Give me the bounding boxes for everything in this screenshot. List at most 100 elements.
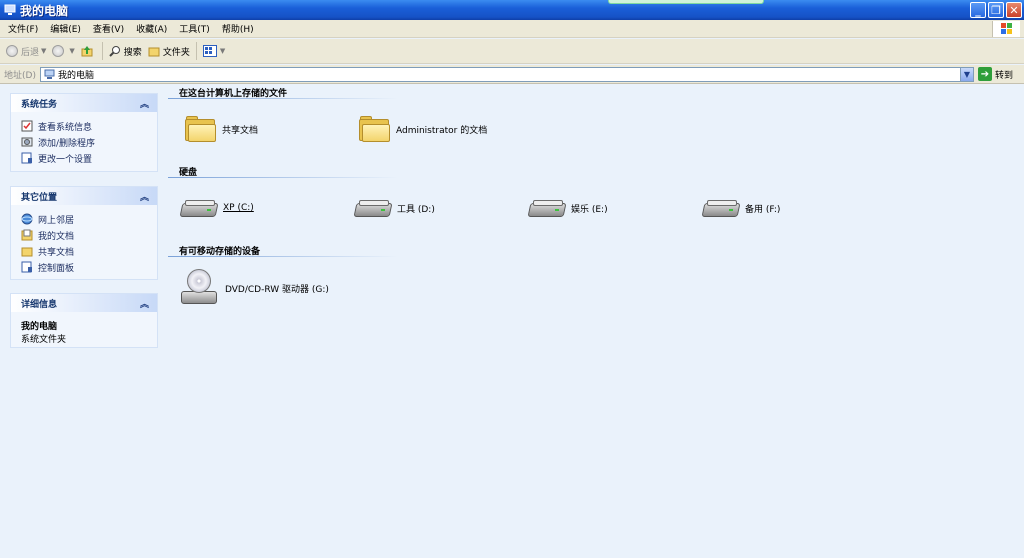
computer-icon bbox=[4, 4, 16, 16]
dvd-drive-icon bbox=[181, 269, 221, 307]
collapse-icon[interactable]: ︽ bbox=[140, 190, 149, 203]
details-header[interactable]: 详细信息 ︽ bbox=[11, 294, 157, 312]
computer-icon bbox=[44, 69, 55, 80]
restore-icon: ❐ bbox=[991, 3, 1001, 17]
system-tasks-title: 系统任务 bbox=[21, 99, 58, 110]
menu-bar: 文件(F) 编辑(E) 查看(V) 收藏(A) 工具(T) 帮助(H) bbox=[0, 20, 1024, 38]
drive-f[interactable]: 备用 (F:) bbox=[701, 197, 780, 219]
group-divider bbox=[168, 177, 398, 178]
drive-e[interactable]: 娱乐 (E:) bbox=[527, 197, 608, 219]
views-button[interactable]: ▼ bbox=[202, 45, 226, 57]
system-tasks-pane: 系统任务 ︽ 查看系统信息 添加/删除程序 更改一个设置 bbox=[10, 93, 158, 172]
menu-tools[interactable]: 工具(T) bbox=[175, 22, 214, 35]
views-icon bbox=[202, 45, 217, 57]
control-panel-icon bbox=[21, 261, 33, 273]
item-label: 共享文档 bbox=[222, 125, 259, 136]
search-button[interactable]: 搜索 bbox=[109, 45, 142, 58]
chevron-down-icon: ▼ bbox=[963, 70, 971, 79]
menu-file[interactable]: 文件(F) bbox=[4, 22, 42, 35]
title-bar[interactable]: 我的电脑 _ ❐ ✕ bbox=[0, 0, 1024, 20]
folder-administrator-documents[interactable]: Administrator 的文档 bbox=[358, 115, 487, 143]
details-title: 详细信息 bbox=[21, 299, 58, 310]
place-label: 控制面板 bbox=[38, 263, 75, 274]
group-divider bbox=[168, 256, 398, 257]
close-icon: ✕ bbox=[1009, 3, 1019, 17]
folder-icon bbox=[184, 115, 216, 143]
details-pane: 详细信息 ︽ 我的电脑 系统文件夹 bbox=[10, 293, 158, 348]
documents-icon bbox=[21, 229, 33, 241]
collapse-icon[interactable]: ︽ bbox=[140, 97, 149, 110]
folder-icon bbox=[148, 45, 160, 57]
address-label: 地址(D) bbox=[4, 70, 36, 81]
menu-help[interactable]: 帮助(H) bbox=[218, 22, 258, 35]
close-button[interactable]: ✕ bbox=[1006, 2, 1022, 18]
minimize-button[interactable]: _ bbox=[970, 2, 986, 18]
collapse-icon[interactable]: ︽ bbox=[140, 297, 149, 310]
address-bar: 地址(D) 我的电脑 ▼ ➔ 转到 bbox=[0, 65, 1024, 84]
place-label: 共享文档 bbox=[38, 247, 75, 258]
up-folder-button[interactable] bbox=[81, 45, 96, 57]
toolbar-separator bbox=[101, 42, 103, 60]
folder-icon bbox=[21, 245, 33, 257]
place-label: 我的文档 bbox=[38, 231, 75, 242]
task-change-setting[interactable]: 更改一个设置 bbox=[21, 150, 147, 166]
place-control-panel[interactable]: 控制面板 bbox=[21, 259, 147, 275]
item-label: XP (C:) bbox=[223, 203, 254, 213]
address-dropdown-button[interactable]: ▼ bbox=[960, 68, 973, 81]
add-remove-programs-icon bbox=[21, 136, 33, 148]
drive-d[interactable]: 工具 (D:) bbox=[353, 197, 435, 219]
up-folder-icon bbox=[81, 45, 93, 57]
place-shared-documents[interactable]: 共享文档 bbox=[21, 243, 147, 259]
menu-favorites[interactable]: 收藏(A) bbox=[132, 22, 171, 35]
forward-arrow-icon bbox=[52, 45, 65, 57]
drive-g-dvd[interactable]: DVD/CD-RW 驱动器 (G:) bbox=[181, 269, 329, 307]
background-window-edge bbox=[608, 0, 764, 4]
menu-edit[interactable]: 编辑(E) bbox=[46, 22, 85, 35]
chevron-down-icon: ▼ bbox=[219, 47, 226, 55]
hard-drive-icon bbox=[527, 197, 567, 219]
place-label: 网上邻居 bbox=[38, 215, 75, 226]
drive-c[interactable]: XP (C:) bbox=[179, 197, 254, 219]
window-title: 我的电脑 bbox=[20, 3, 69, 18]
chevron-down-icon: ▼ bbox=[69, 47, 75, 55]
item-label: Administrator 的文档 bbox=[396, 125, 488, 136]
system-info-icon bbox=[21, 120, 33, 132]
item-label: DVD/CD-RW 驱动器 (G:) bbox=[225, 284, 329, 295]
search-label: 搜索 bbox=[123, 47, 142, 58]
other-places-pane: 其它位置 ︽ 网上邻居 我的文档 共享文档 控制面板 bbox=[10, 186, 158, 280]
back-label: 后退 bbox=[21, 47, 40, 58]
folders-button[interactable]: 文件夹 bbox=[148, 45, 190, 58]
control-panel-icon bbox=[21, 152, 33, 164]
folders-label: 文件夹 bbox=[162, 47, 190, 58]
group-divider bbox=[168, 98, 398, 99]
forward-button[interactable]: ▼ bbox=[52, 45, 75, 57]
place-my-documents[interactable]: 我的文档 bbox=[21, 227, 147, 243]
search-icon bbox=[109, 45, 121, 57]
address-input[interactable]: 我的电脑 ▼ bbox=[40, 67, 974, 82]
item-label: 工具 (D:) bbox=[397, 204, 435, 215]
other-places-header[interactable]: 其它位置 ︽ bbox=[11, 187, 157, 205]
toolbar: 后退 ▼ ▼ 搜索 文件夹 ▼ bbox=[0, 39, 1024, 64]
task-label: 查看系统信息 bbox=[38, 122, 93, 133]
back-button[interactable]: 后退 ▼ bbox=[6, 45, 46, 58]
item-label: 娱乐 (E:) bbox=[571, 204, 608, 215]
place-network[interactable]: 网上邻居 bbox=[21, 211, 147, 227]
network-icon bbox=[21, 213, 33, 225]
restore-button[interactable]: ❐ bbox=[988, 2, 1004, 18]
minimize-icon: _ bbox=[975, 3, 981, 17]
hard-drive-icon bbox=[179, 197, 219, 219]
task-view-system-info[interactable]: 查看系统信息 bbox=[21, 118, 147, 134]
task-label: 添加/删除程序 bbox=[38, 138, 96, 149]
task-add-remove-programs[interactable]: 添加/删除程序 bbox=[21, 134, 147, 150]
go-button[interactable]: ➔ 转到 bbox=[978, 67, 1013, 81]
go-label: 转到 bbox=[995, 70, 1014, 81]
windows-logo-icon bbox=[992, 21, 1020, 37]
address-value: 我的电脑 bbox=[58, 71, 95, 81]
hard-drive-icon bbox=[701, 197, 741, 219]
hard-drive-icon bbox=[353, 197, 393, 219]
menu-view[interactable]: 查看(V) bbox=[89, 22, 128, 35]
system-tasks-header[interactable]: 系统任务 ︽ bbox=[11, 94, 157, 112]
folder-shared-documents[interactable]: 共享文档 bbox=[184, 115, 258, 143]
task-label: 更改一个设置 bbox=[38, 154, 93, 165]
chevron-down-icon: ▼ bbox=[41, 47, 47, 55]
